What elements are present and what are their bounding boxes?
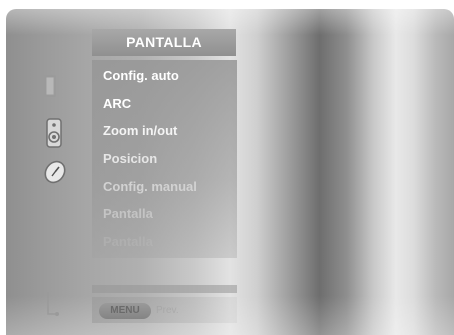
menu-list: Config. auto ARC Zoom in/out Posicion Config…	[92, 60, 237, 258]
menu-item[interactable]: Posicion	[103, 151, 157, 167]
tv-screen: PANTALLA Config. auto ARC Zoom in/out Posic…	[0, 0, 454, 335]
menu-item[interactable]: Pantalla	[103, 234, 153, 250]
menu-button[interactable]: MENU	[99, 303, 151, 319]
menu-item[interactable]: ARC	[103, 96, 131, 112]
menu-item[interactable]: Config. auto	[103, 68, 179, 84]
picture-icon[interactable]	[42, 74, 64, 98]
menu-item[interactable]: Zoom in/out	[103, 123, 177, 139]
time-icon[interactable]	[42, 158, 68, 186]
menu-hint: Prev.	[156, 305, 179, 316]
menu-title: PANTALLA	[92, 29, 236, 56]
sound-icon[interactable]	[44, 118, 64, 148]
menu-footer-divider	[92, 285, 237, 293]
menu-item[interactable]: Pantalla	[103, 206, 153, 222]
menu-item[interactable]: Config. manual	[103, 179, 197, 195]
option-icon[interactable]	[44, 290, 64, 318]
